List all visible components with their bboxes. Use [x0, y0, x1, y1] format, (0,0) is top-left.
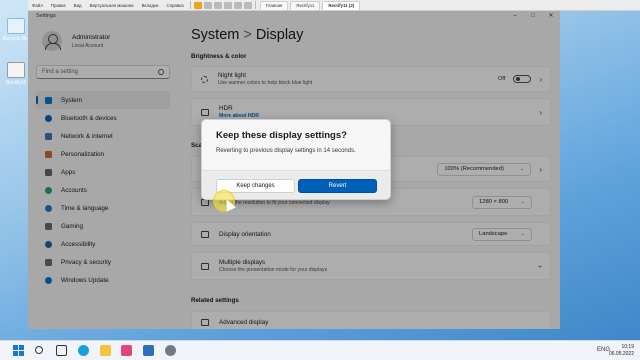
edge-icon[interactable]	[78, 345, 89, 356]
vm-menu-view[interactable]: Вид	[70, 3, 86, 8]
taskbar: ENG 10:19 06.05.2022	[0, 340, 640, 360]
desktop-icon-recycle-bin[interactable]: Recycle Bin	[2, 18, 30, 42]
vm-menu-tabs[interactable]: Вкладки	[138, 3, 163, 8]
store-icon[interactable]	[121, 345, 132, 356]
vm-control-icon[interactable]	[213, 1, 222, 9]
pause-icon[interactable]	[193, 1, 202, 9]
vm-control-icon[interactable]	[233, 1, 242, 9]
clock[interactable]: 10:19 06.05.2022	[609, 344, 634, 358]
mail-icon[interactable]	[143, 345, 154, 356]
desktop-icon-rectify11[interactable]: Rectify11	[2, 62, 30, 86]
revert-button[interactable]: Revert	[298, 179, 377, 193]
explorer-icon[interactable]	[100, 345, 111, 356]
vm-menu-edit[interactable]: Правка	[47, 3, 70, 8]
vm-menu-vm[interactable]: Виртуальная машина	[86, 3, 138, 8]
vm-tab-rectify11[interactable]: Rectify11	[290, 0, 321, 10]
vm-control-icon[interactable]	[223, 1, 232, 9]
desktop-icon-label: Recycle Bin	[2, 36, 30, 42]
search-icon[interactable]	[35, 346, 43, 354]
clock-time: 10:19	[621, 344, 634, 350]
vm-menu-file[interactable]: Файл	[28, 3, 47, 8]
vm-menu-help[interactable]: Справка	[162, 3, 187, 8]
dialog-title: Keep these display settings?	[216, 130, 347, 141]
shortcut-icon	[7, 62, 25, 78]
divider	[189, 1, 191, 9]
recycle-bin-icon	[7, 18, 25, 34]
settings-icon[interactable]	[165, 345, 176, 356]
vm-tab-rectify11-2[interactable]: Rectify11 (2)	[322, 0, 361, 10]
clock-date: 06.05.2022	[608, 351, 634, 357]
vm-control-icon[interactable]	[243, 1, 252, 9]
vm-toolbar: Файл Правка Вид Виртуальная машина Вклад…	[28, 0, 640, 11]
vm-control-icon[interactable]	[203, 1, 212, 9]
task-view-icon[interactable]	[56, 345, 67, 356]
desktop-icon-label: Rectify11	[5, 80, 27, 86]
divider	[254, 1, 256, 9]
dialog-message: Reverting to previous display settings i…	[216, 148, 356, 154]
vm-tab-home[interactable]: Главная	[259, 0, 289, 10]
keep-display-settings-dialog: Keep these display settings? Reverting t…	[201, 119, 391, 200]
start-icon[interactable]	[13, 345, 24, 356]
